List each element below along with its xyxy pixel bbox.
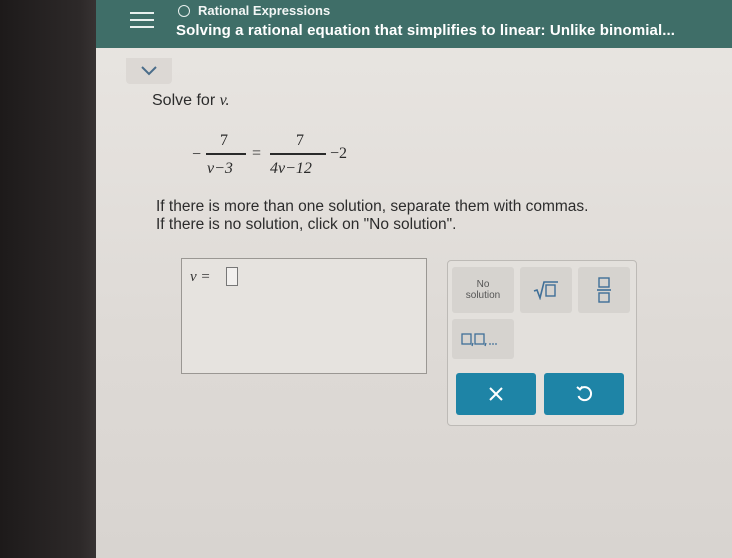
rhs-fraction-bar xyxy=(270,153,326,155)
header-bar: Rational Expressions Solving a rational … xyxy=(96,0,732,48)
instructions: If there is more than one solution, sepa… xyxy=(156,198,589,234)
instruction-multiple: If there is more than one solution, sepa… xyxy=(156,198,589,215)
lhs-fraction-bar xyxy=(206,153,246,155)
problem-prompt: Solve for v. xyxy=(152,92,230,110)
lhs-sign: − xyxy=(192,146,202,163)
fraction-icon xyxy=(597,277,611,303)
menu-icon[interactable] xyxy=(130,12,154,30)
page-title: Solving a rational equation that simplif… xyxy=(176,22,676,39)
answer-label: v = xyxy=(190,269,211,285)
progress-circle-icon xyxy=(178,4,190,17)
instruction-no-solution: If there is no solution, click on "No so… xyxy=(156,216,457,233)
undo-button[interactable] xyxy=(544,373,624,415)
rhs-denominator: 4v−12 xyxy=(270,160,312,177)
topic-title: Rational Expressions xyxy=(198,3,331,18)
topic-row: Rational Expressions xyxy=(178,3,330,18)
rhs-numerator: 7 xyxy=(296,132,304,149)
square-root-icon xyxy=(533,281,558,300)
answer-area[interactable]: v = xyxy=(181,258,427,374)
undo-icon xyxy=(576,385,593,402)
equals-sign: = xyxy=(252,145,262,162)
prompt-variable: v. xyxy=(219,92,230,109)
chevron-down-icon xyxy=(141,66,157,76)
prompt-text: Solve for xyxy=(152,92,216,109)
square-root-button[interactable] xyxy=(520,267,572,313)
fraction-button[interactable] xyxy=(578,267,630,313)
monitor-bezel xyxy=(0,0,100,558)
answer-input-slot[interactable] xyxy=(226,267,238,286)
no-solution-label-line1: No xyxy=(476,279,490,290)
rhs-constant: −2 xyxy=(330,145,348,162)
comma-list-button[interactable] xyxy=(452,319,514,359)
clear-button[interactable] xyxy=(456,373,536,415)
close-icon xyxy=(489,387,503,401)
math-keypad: No solution xyxy=(447,260,637,426)
comma-list-icon xyxy=(461,333,497,347)
collapse-toggle[interactable] xyxy=(126,58,172,84)
no-solution-button[interactable]: No solution xyxy=(452,267,514,313)
lhs-numerator: 7 xyxy=(220,132,228,149)
screen: Rational Expressions Solving a rational … xyxy=(96,0,732,558)
no-solution-label-line2: solution xyxy=(465,290,501,301)
lhs-denominator: v−3 xyxy=(207,160,233,177)
